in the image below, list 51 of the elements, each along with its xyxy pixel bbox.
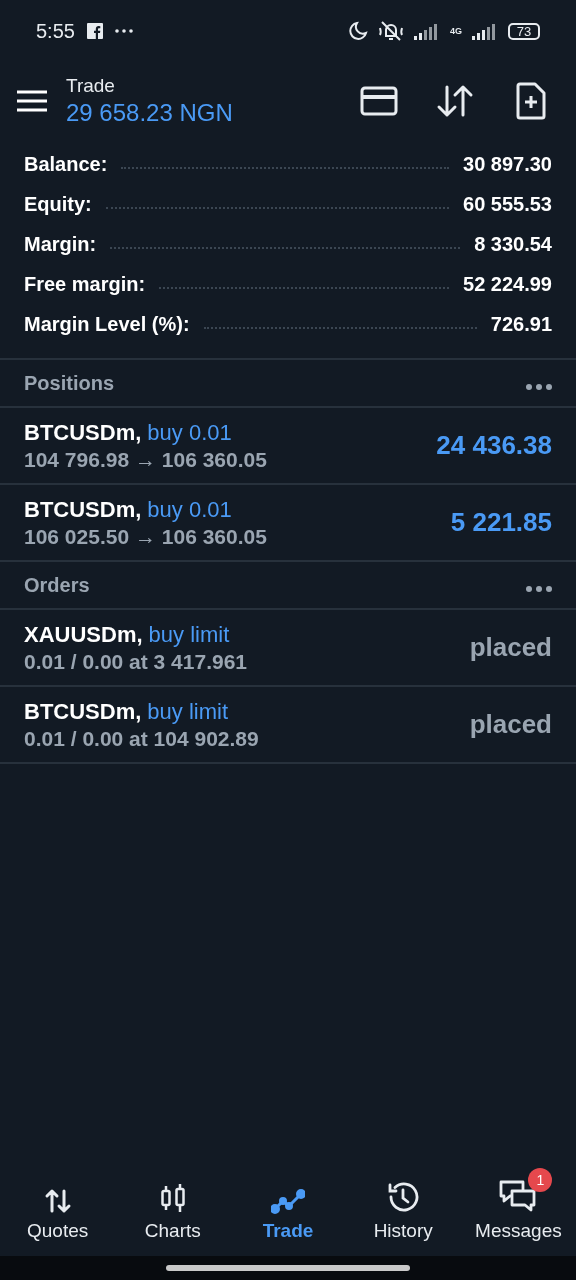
summary-label: Margin Level (%): <box>24 312 190 336</box>
screen-title: Trade <box>66 75 116 97</box>
price-detail: 106 025.50 → 106 360.05 <box>24 524 268 549</box>
price-detail: 0.01 / 0.00 at 3 417.961 <box>24 649 248 674</box>
section-title: Orders <box>24 573 90 597</box>
summary-label: Margin: <box>24 232 97 256</box>
up-down-arrows-icon <box>43 1188 72 1214</box>
order-type: buy limit <box>147 698 229 725</box>
order-type: buy 0.01 <box>147 419 232 446</box>
order-type: buy limit <box>148 621 230 648</box>
summary-value: 8 330.54 <box>474 232 552 256</box>
more-dots-icon[interactable] <box>526 383 552 390</box>
symbol-name: BTCUSDm, <box>24 496 142 523</box>
summary-value: 52 224.99 <box>463 272 552 296</box>
order-type: buy 0.01 <box>147 496 232 523</box>
clock-time: 5:55 <box>36 19 75 43</box>
nav-tab[interactable]: Trade <box>230 1164 346 1256</box>
nav-tab[interactable]: History <box>345 1164 461 1256</box>
signal-icon <box>414 22 440 40</box>
price-detail: 0.01 / 0.00 at 104 902.89 <box>24 726 260 751</box>
unread-badge: 1 <box>528 1168 553 1192</box>
symbol-name: BTCUSDm, <box>24 419 142 446</box>
price-detail: 104 796.98 → 106 360.05 <box>24 447 268 472</box>
symbol-name: BTCUSDm, <box>24 698 142 725</box>
moon-icon <box>348 21 368 41</box>
muted-bell-icon <box>378 20 404 42</box>
summary-label: Free margin: <box>24 272 146 296</box>
more-dots-icon[interactable] <box>526 585 552 592</box>
nav-tab[interactable]: Charts <box>115 1164 231 1256</box>
summary-value: 60 555.53 <box>463 192 552 216</box>
profit-value: 24 436.38 <box>436 430 552 461</box>
nav-tab[interactable]: Quotes <box>0 1164 116 1256</box>
account-balance: 29 658.23 NGN <box>66 99 234 127</box>
signal-icon <box>472 22 498 40</box>
history-clock-icon <box>386 1180 421 1214</box>
summary-label: Balance: <box>24 152 108 176</box>
nav-tab[interactable]: 1 Messages <box>460 1164 576 1256</box>
more-dots-icon <box>114 29 133 33</box>
trend-line-icon <box>271 1188 305 1214</box>
section-title: Positions <box>24 371 114 395</box>
order-status: placed <box>469 709 552 740</box>
order-status: placed <box>469 632 552 663</box>
battery-level: 73 <box>508 22 540 40</box>
summary-label: Equity: <box>24 192 92 216</box>
candlestick-icon <box>158 1182 187 1214</box>
symbol-name: XAUUSDm, <box>24 621 143 648</box>
network-type: 4G <box>450 26 462 36</box>
summary-value: 726.91 <box>490 312 552 336</box>
facebook-icon <box>86 23 103 39</box>
profit-value: 5 221.85 <box>450 507 552 538</box>
summary-value: 30 897.30 <box>463 152 552 176</box>
